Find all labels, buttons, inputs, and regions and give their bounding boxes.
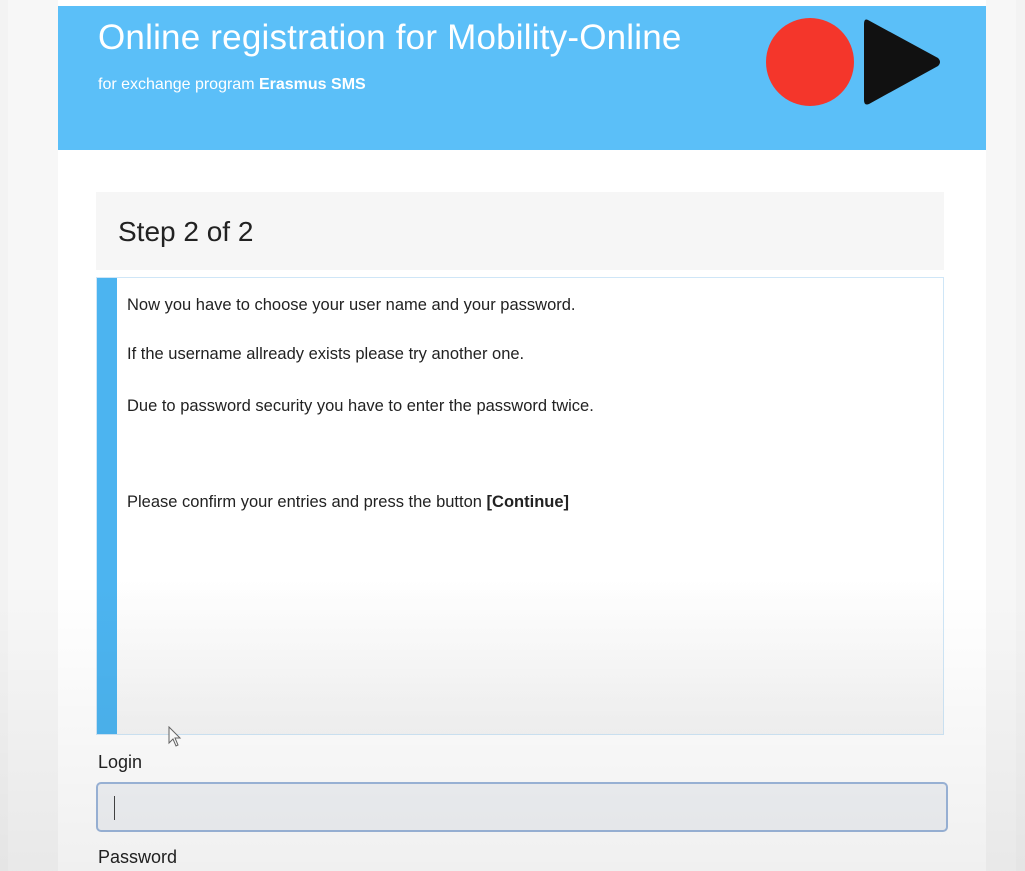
step-title: Step 2 of 2 [118,216,254,247]
play-triangle-icon [864,19,940,105]
login-label: Login [98,752,143,772]
subtitle-prefix: for exchange program [98,76,255,93]
password-label: Password [98,847,178,867]
program-subtitle: for exchange program Erasmus SMS [98,76,366,94]
continue-reference: [Continue] [486,493,570,511]
header-banner: Online registration for Mobility-Online … [58,6,986,150]
instruction-line-4-text: Please confirm your entries and press th… [127,493,482,511]
registration-page: Online registration for Mobility-Online … [58,6,986,871]
red-circle-icon [766,18,854,106]
text-caret [114,796,115,820]
instruction-line-3: Due to password security you have to ent… [127,397,594,415]
page-title: Online registration for Mobility-Online [98,18,682,57]
login-input[interactable] [96,782,948,832]
panel-accent-bar [97,278,117,734]
instruction-line-2: If the username allready exists please t… [127,345,525,363]
program-name: Erasmus SMS [258,76,366,93]
mouse-pointer-icon [168,726,182,747]
step-indicator: Step 2 of 2 [96,192,944,270]
instruction-line-1: Now you have to choose your user name an… [127,296,576,314]
instructions-panel: Now you have to choose your user name an… [96,277,944,735]
instruction-line-4: Please confirm your entries and press th… [127,493,569,512]
